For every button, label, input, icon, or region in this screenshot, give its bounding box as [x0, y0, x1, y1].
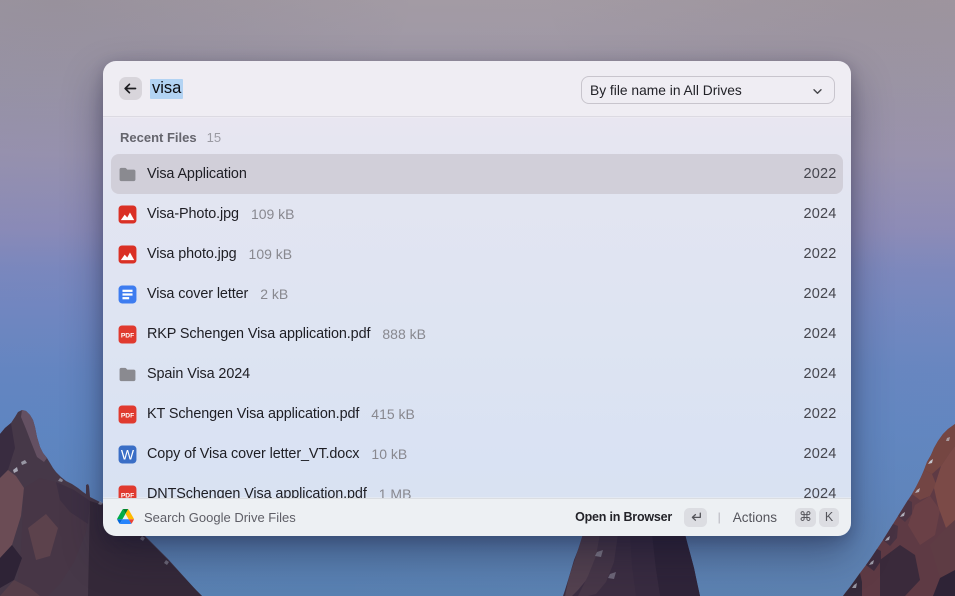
svg-text:PDF: PDF — [121, 332, 134, 339]
svg-text:W: W — [121, 446, 135, 462]
svg-text:PDF: PDF — [121, 412, 134, 419]
